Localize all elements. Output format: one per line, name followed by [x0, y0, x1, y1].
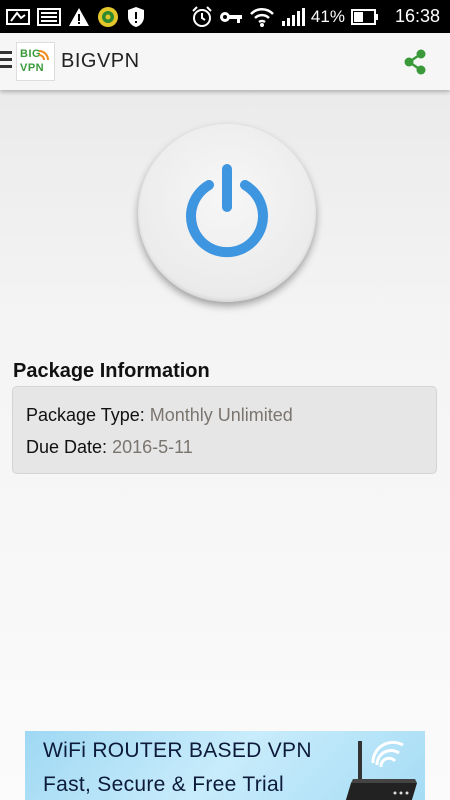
connect-power-button[interactable]	[138, 124, 316, 302]
wifi-icon	[249, 6, 275, 28]
warning-icon	[68, 7, 90, 27]
wifi-wave-icon	[38, 47, 52, 66]
app-logo: BIG VPN	[16, 42, 55, 81]
router-icon	[325, 733, 421, 800]
battery-percent: 41%	[310, 6, 345, 26]
due-date-label: Due Date:	[26, 437, 108, 457]
package-info-card: Package Type: Monthly Unlimited Due Date…	[12, 386, 437, 474]
app-title: BIGVPN	[61, 50, 140, 72]
clock: 16:38	[394, 6, 440, 26]
power-icon	[179, 163, 275, 264]
shield-icon	[126, 6, 146, 28]
due-date-row: Due Date: 2016-5-11	[26, 437, 193, 458]
ad-banner[interactable]: WiFi ROUTER BASED VPN Fast, Secure & Fre…	[25, 731, 425, 800]
package-type-label: Package Type:	[26, 405, 145, 425]
menu-icon[interactable]	[0, 51, 14, 71]
package-type-value: Monthly Unlimited	[149, 405, 293, 425]
status-bar-left	[6, 6, 146, 28]
due-date-value: 2016-5-11	[112, 437, 193, 457]
banner-line2: Fast, Secure & Free Trial	[43, 773, 284, 796]
vpn-key-icon	[219, 10, 243, 24]
keyboard-icon	[37, 7, 61, 26]
signal-icon	[281, 7, 305, 27]
banner-line1: WiFi ROUTER BASED VPN	[43, 739, 312, 762]
alarm-icon	[191, 5, 213, 28]
app-bar: BIG VPN BIGVPN	[0, 33, 450, 90]
package-type-row: Package Type: Monthly Unlimited	[26, 405, 293, 426]
status-bar-right: 41% 16:38	[191, 5, 440, 28]
app-icon	[97, 6, 119, 28]
share-icon[interactable]	[402, 49, 428, 75]
status-bar: 41% 16:38	[0, 0, 450, 33]
screenshot-icon	[6, 8, 30, 26]
battery-icon	[350, 8, 379, 25]
package-info-heading: Package Information	[13, 360, 210, 382]
